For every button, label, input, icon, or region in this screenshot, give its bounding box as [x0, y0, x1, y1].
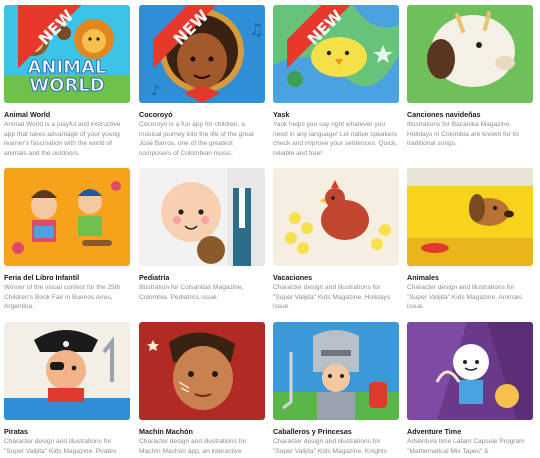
- thumb-adventure-time[interactable]: [407, 322, 533, 420]
- thumb-cocoroyo[interactable]: ♫ ♪ NEW: [139, 5, 265, 103]
- piratas-illustration: [4, 322, 130, 420]
- card-title[interactable]: Animal World: [4, 110, 130, 119]
- card-piratas[interactable]: Piratas Character design and illustratio…: [4, 322, 130, 456]
- card-vacaciones[interactable]: Vacaciones Character design and illustra…: [273, 168, 399, 312]
- thumb-piratas[interactable]: [4, 322, 130, 420]
- card-description: Character design and illustrations for "…: [407, 284, 522, 311]
- card-cocoroyo[interactable]: ♫ ♪ NEW Cocoroyó Cocoroyó is a fun app f…: [139, 5, 265, 158]
- vacaciones-illustration: [273, 168, 399, 266]
- card-description: Illustration for Colsanitas Magazine, Co…: [139, 284, 244, 301]
- card-description: Cocoroyó is a fun app for children, a mu…: [139, 121, 254, 157]
- new-badge: NEW: [287, 5, 351, 69]
- card-title[interactable]: Canciones navideñas: [407, 110, 533, 119]
- thumb-machin[interactable]: [139, 322, 265, 420]
- pediatria-illustration: [139, 168, 265, 266]
- thumb-pediatria[interactable]: [139, 168, 265, 266]
- card-adventure-time[interactable]: Adventure Time Adventure time Latam Caps…: [407, 322, 533, 456]
- new-badge: NEW: [18, 5, 82, 69]
- thumb-animal-world[interactable]: ANIMAL WORLD NEW: [4, 5, 130, 103]
- card-machin-machon[interactable]: Machín Machón Character design and illus…: [139, 322, 265, 456]
- animales-illustration: [407, 168, 533, 266]
- card-description: Adventure time Latam Capsule Program "Ma…: [407, 438, 525, 455]
- card-title[interactable]: Caballeros y Princesas: [273, 427, 399, 436]
- card-yask[interactable]: NEW Yask Yask helps you say right whatev…: [273, 5, 399, 158]
- new-badge: NEW: [153, 5, 217, 69]
- card-title[interactable]: Cocoroyó: [139, 110, 265, 119]
- card-title[interactable]: Feria del Libro Infantil: [4, 273, 130, 282]
- card-description: Character design and illustrations for M…: [139, 438, 247, 455]
- card-animal-world[interactable]: ANIMAL WORLD NEW Animal World Animal Wor…: [4, 5, 130, 158]
- feria-illustration: [4, 168, 130, 266]
- adventure-time-illustration: [407, 322, 533, 420]
- card-title[interactable]: Pediatría: [139, 273, 265, 282]
- thumb-caballeros[interactable]: [273, 322, 399, 420]
- card-description: Character design and illustrations for "…: [273, 284, 391, 311]
- svg-text:NEW: NEW: [304, 6, 347, 49]
- card-caballeros-princesas[interactable]: Caballeros y Princesas Character design …: [273, 322, 399, 456]
- card-description: Character design and illustrations for "…: [4, 438, 117, 455]
- card-title[interactable]: Piratas: [4, 427, 130, 436]
- card-title[interactable]: Adventure Time: [407, 427, 533, 436]
- card-description: Winner of the visual contest for the 25t…: [4, 284, 121, 311]
- thumb-canciones[interactable]: [407, 5, 533, 103]
- card-title[interactable]: Yask: [273, 110, 399, 119]
- card-description: Character design and illustrations for "…: [273, 438, 387, 455]
- card-animales[interactable]: Animales Character design and illustrati…: [407, 168, 533, 312]
- thumb-feria[interactable]: [4, 168, 130, 266]
- card-feria-libro[interactable]: Feria del Libro Infantil Winner of the v…: [4, 168, 130, 312]
- card-pediatria[interactable]: Pediatría Illustration for Colsanitas Ma…: [139, 168, 265, 302]
- card-description: Animal World is a playful and instructiv…: [4, 121, 121, 157]
- thumb-animales[interactable]: [407, 168, 533, 266]
- caballeros-illustration: [273, 322, 399, 420]
- card-title[interactable]: Animales: [407, 273, 533, 282]
- svg-text:NEW: NEW: [170, 6, 213, 49]
- card-title[interactable]: Machín Machón: [139, 427, 265, 436]
- canciones-illustration: [407, 5, 533, 103]
- machin-illustration: [139, 322, 265, 420]
- card-canciones-navidenas[interactable]: Canciones navideñas Illustrations for Ba…: [407, 5, 533, 149]
- card-title[interactable]: Vacaciones: [273, 273, 399, 282]
- thumb-vacaciones[interactable]: [273, 168, 399, 266]
- thumb-yask[interactable]: NEW: [273, 5, 399, 103]
- card-description: Illustrations for Bacánika Magazine. Hol…: [407, 121, 520, 148]
- card-description: Yask helps you say right whatever you ne…: [273, 121, 398, 157]
